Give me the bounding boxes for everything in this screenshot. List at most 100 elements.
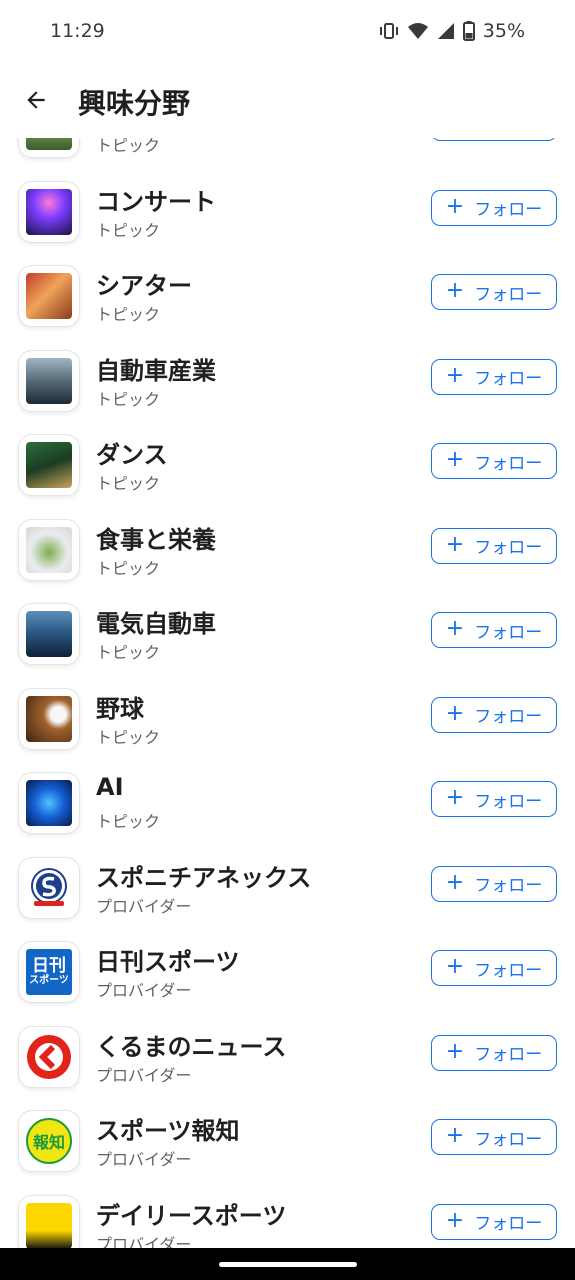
plus-icon: +: [445, 616, 465, 641]
follow-label: フォロー: [474, 960, 543, 981]
item-type: プロバイダー: [96, 1234, 192, 1249]
follow-button[interactable]: +フォロー: [431, 274, 557, 310]
follow-button[interactable]: +フォロー: [431, 865, 557, 902]
follow-button[interactable]: +フォロー: [431, 1203, 557, 1240]
follow-label: フォロー: [474, 622, 543, 643]
status-time: 11:29: [50, 20, 105, 42]
item-thumbnail: [18, 1025, 80, 1088]
follow-button[interactable]: +フォロー: [431, 443, 557, 479]
follow-label: フォロー: [474, 1045, 543, 1065]
list-item[interactable]: 再生可能エネルギートピック+フォロー: [0, 138, 575, 170]
item-type: トピック: [96, 474, 161, 493]
interest-list-viewport[interactable]: 再生可能エネルギートピック+フォローコンサートトピック+フォローシアタートピック…: [0, 138, 575, 1248]
follow-button[interactable]: + フォロー: [431, 1119, 557, 1155]
item-type: トピック: [96, 727, 161, 747]
item-type: プロバイダー: [96, 981, 192, 1000]
item-thumbnail: [18, 856, 80, 919]
topic-image: [26, 526, 72, 573]
follow-button[interactable]: + フォロー: [431, 189, 557, 226]
follow-button[interactable]: +フォロー: [431, 696, 557, 733]
item-thumbnail: [18, 180, 80, 243]
plus-icon: +: [445, 954, 465, 979]
item-thumbnail: [18, 138, 80, 158]
kuruma-news-logo: [25, 1033, 73, 1081]
item-type: トピック: [96, 558, 161, 578]
item-thumbnail: [18, 518, 80, 581]
plus-icon: +: [445, 869, 465, 895]
list-item[interactable]: AI トピック + フォロー: [0, 761, 575, 846]
item-name: くるまのニュース: [96, 1032, 287, 1061]
item-type: トピック: [96, 643, 161, 662]
topic-image: [26, 188, 72, 235]
item-thumbnail: [18, 1194, 80, 1248]
list-item[interactable]: 日刊 スポーツ 日刊スポーツ プロバイダー + フォロー: [0, 930, 575, 1015]
app-bar: 興味分野: [0, 66, 575, 138]
follow-button[interactable]: +フォロー: [431, 1034, 557, 1071]
follow-button[interactable]: +フォロー: [431, 138, 557, 141]
follow-button[interactable]: + フォロー: [431, 781, 557, 817]
follow-label: フォロー: [474, 1129, 543, 1150]
topic-image: [26, 780, 72, 826]
item-type: トピック: [96, 220, 161, 240]
item-type: トピック: [96, 389, 161, 409]
list-item[interactable]: 野球 トピック + フォロー: [0, 677, 575, 762]
plus-icon: +: [445, 362, 465, 388]
plus-icon: +: [445, 531, 465, 557]
list-item[interactable]: シアタートピック + フォロー: [0, 254, 575, 339]
list-item[interactable]: デイリースポーツプロバイダー + フォロー: [0, 1184, 575, 1249]
item-name: デイリースポーツ: [96, 1201, 287, 1230]
follow-label: フォロー: [474, 707, 543, 727]
item-name: シアター: [96, 272, 192, 300]
navigation-bar: [0, 1248, 575, 1280]
follow-button[interactable]: + フォロー: [431, 612, 557, 648]
item-thumbnail: [18, 349, 80, 412]
list-item[interactable]: 報知 スポーツ報知 プロバイダー + フォロー: [0, 1099, 575, 1184]
item-type: トピック: [96, 138, 161, 155]
item-name: コンサート: [96, 187, 216, 216]
follow-label: フォロー: [474, 453, 543, 474]
item-name: 電気自動車: [96, 610, 216, 638]
list-item[interactable]: くるまのニュース プロバイダー + フォロー: [0, 1015, 575, 1100]
plus-icon: +: [445, 785, 465, 810]
topic-image: [26, 138, 72, 150]
topic-image: [26, 273, 72, 319]
follow-button[interactable]: +フォロー: [431, 527, 557, 564]
follow-label: フォロー: [474, 1214, 543, 1234]
follow-label: フォロー: [474, 284, 543, 305]
item-thumbnail: 報知: [18, 1110, 80, 1172]
item-thumbnail: 日刊 スポーツ: [18, 941, 80, 1003]
item-name: 日刊スポーツ: [96, 948, 240, 976]
topic-image: [26, 357, 72, 404]
list-item[interactable]: スポニチアネックス プロバイダー + フォロー: [0, 846, 575, 931]
follow-label: フォロー: [474, 369, 543, 389]
topic-image: [26, 442, 72, 488]
list-item[interactable]: 自動車産業 トピック + フォロー: [0, 339, 575, 424]
nikkan-sports-logo: 日刊 スポーツ: [26, 949, 72, 995]
page-title: 興味分野: [78, 87, 191, 120]
item-thumbnail: [18, 687, 80, 750]
signal-icon: [437, 22, 455, 40]
arrow-left-icon: [23, 87, 49, 117]
item-type: プロバイダー: [96, 1150, 192, 1169]
item-name: ダンス: [96, 441, 168, 469]
hochi-logo: 報知: [26, 1118, 72, 1164]
logo-text: 日刊: [32, 955, 66, 976]
sponichi-logo: [26, 865, 72, 911]
status-bar: 11:29 35%: [0, 0, 575, 66]
topic-image: [26, 695, 72, 742]
follow-label: フォロー: [474, 791, 543, 812]
follow-button[interactable]: + フォロー: [431, 358, 557, 395]
plus-icon: +: [445, 193, 465, 219]
list-item[interactable]: 電気自動車トピック + フォロー: [0, 592, 575, 677]
item-type: トピック: [96, 305, 161, 324]
plus-icon: +: [445, 1123, 465, 1148]
list-item[interactable]: ダンストピック + フォロー: [0, 423, 575, 508]
list-item[interactable]: 食事と栄養 トピック + フォロー: [0, 508, 575, 593]
item-type: トピック: [96, 812, 161, 831]
follow-button[interactable]: + フォロー: [431, 950, 557, 986]
home-gesture-handle[interactable]: [219, 1262, 357, 1267]
back-button[interactable]: [14, 80, 58, 124]
list-item[interactable]: コンサートトピック + フォロー: [0, 170, 575, 255]
follow-label: フォロー: [474, 200, 543, 220]
logo-text: スポーツ: [29, 974, 69, 986]
